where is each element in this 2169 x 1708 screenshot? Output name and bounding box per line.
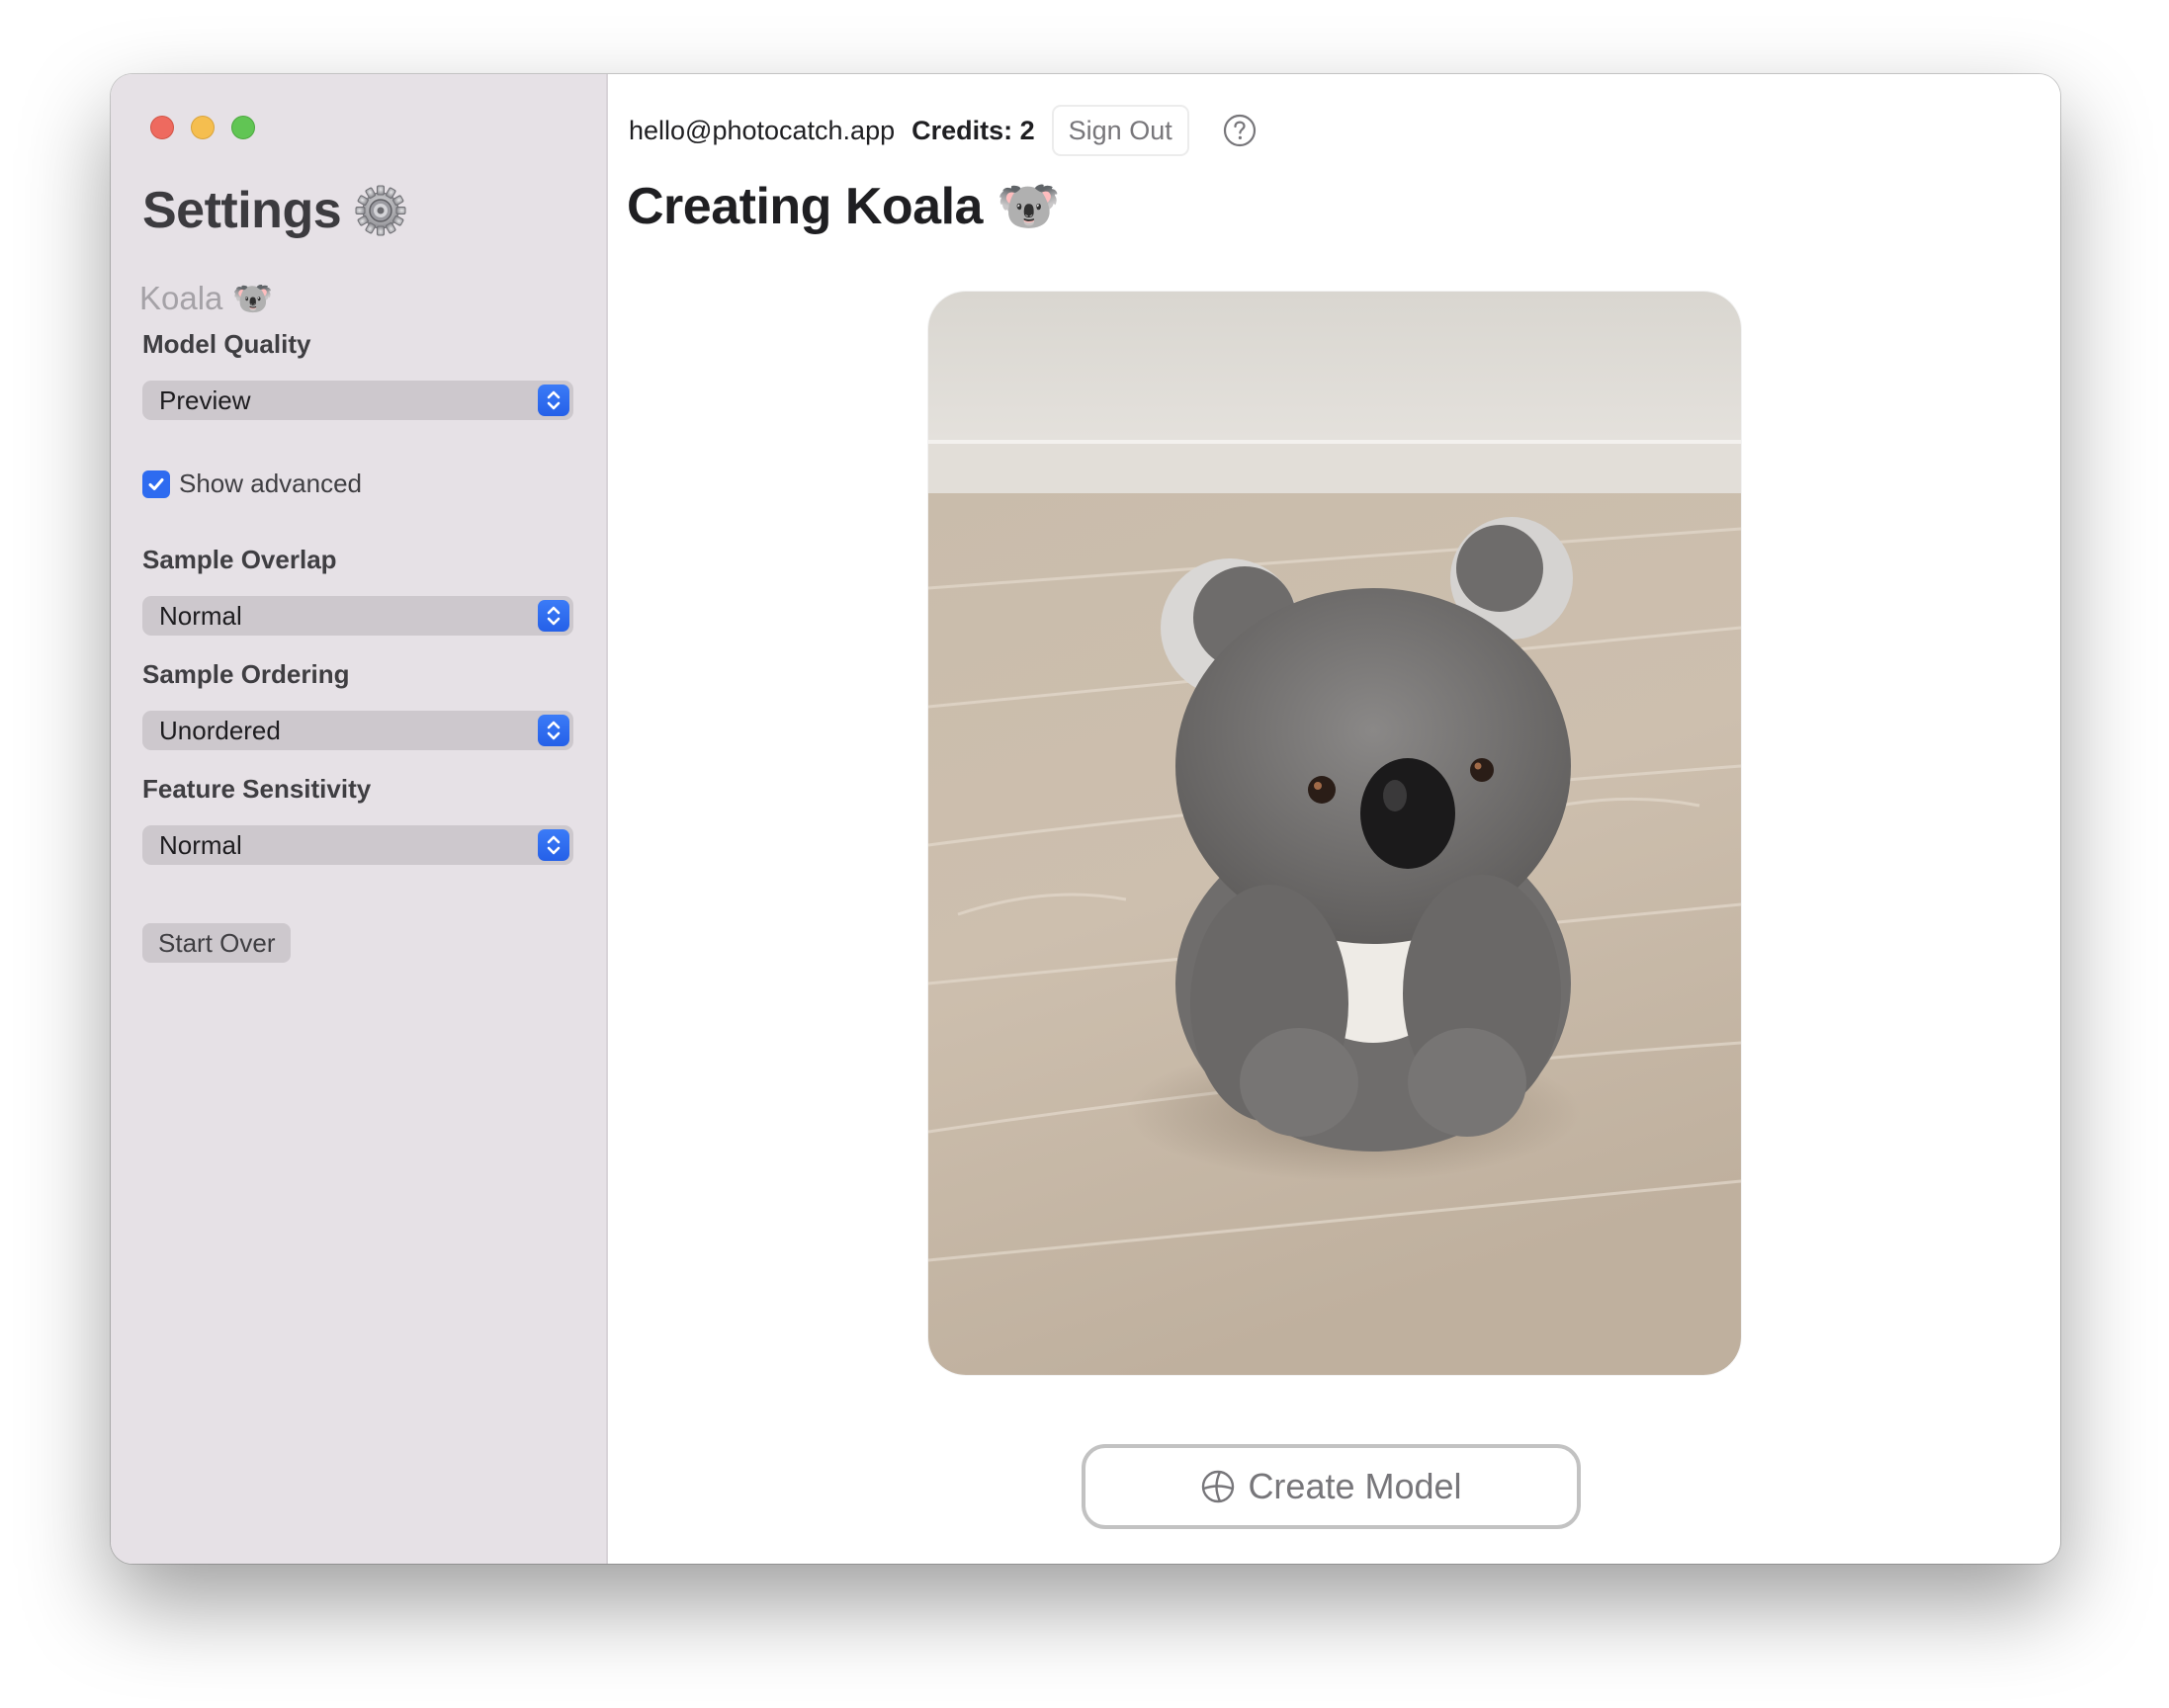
sample-ordering-select[interactable]: Unordered — [142, 711, 573, 750]
chevron-up-down-icon — [538, 384, 569, 416]
koala-photo — [928, 292, 1741, 1375]
question-circle-icon[interactable] — [1223, 114, 1257, 147]
sample-overlap-value: Normal — [159, 601, 242, 631]
create-model-label: Create Model — [1248, 1466, 1462, 1506]
chevron-up-down-icon — [538, 715, 569, 746]
feature-sensitivity-label: Feature Sensitivity — [142, 774, 372, 804]
sample-ordering-label: Sample Ordering — [142, 659, 350, 689]
chevron-up-down-icon — [538, 829, 569, 861]
model-quality-value: Preview — [159, 385, 251, 415]
sample-overlap-label: Sample Overlap — [142, 545, 337, 574]
credits-count: Credits: 2 — [911, 115, 1035, 145]
show-advanced-checkbox[interactable]: Show advanced — [142, 469, 362, 499]
gear-icon — [355, 185, 406, 236]
feature-sensitivity-value: Normal — [159, 830, 242, 860]
page-title: Creating Koala 🐨 — [627, 176, 1061, 236]
create-model-button[interactable]: Create Model — [1082, 1444, 1581, 1529]
account-email: hello@photocatch.app — [629, 115, 896, 145]
project-name: Koala 🐨 — [139, 279, 274, 318]
start-over-button[interactable]: Start Over — [142, 923, 292, 963]
checkmark-icon[interactable] — [142, 470, 170, 498]
sphere-icon — [1202, 1470, 1235, 1503]
koala-photo-image — [928, 292, 1741, 1375]
page-title-text: Creating Koala — [627, 177, 983, 235]
model-quality-select[interactable]: Preview — [142, 381, 573, 420]
sample-overlap-select[interactable]: Normal — [142, 596, 573, 636]
zoom-window-button[interactable] — [231, 116, 255, 139]
chevron-up-down-icon — [538, 600, 569, 632]
window-controls — [150, 116, 255, 139]
sample-ordering-value: Unordered — [159, 716, 281, 745]
main-panel: hello@photocatch.app Credits: 2 Sign Out… — [608, 74, 2060, 1564]
show-advanced-label: Show advanced — [179, 469, 363, 498]
sign-out-button[interactable]: Sign Out — [1051, 105, 1189, 156]
model-quality-label: Model Quality — [142, 329, 311, 359]
sidebar: Settings Koala 🐨 Model Quality Preview S… — [111, 74, 608, 1564]
feature-sensitivity-select[interactable]: Normal — [142, 825, 573, 865]
close-window-button[interactable] — [150, 116, 174, 139]
project-name-text: Koala — [139, 280, 223, 316]
koala-icon: 🐨 — [232, 279, 274, 317]
minimize-window-button[interactable] — [191, 116, 215, 139]
koala-icon: 🐨 — [996, 177, 1061, 236]
account-bar: hello@photocatch.app Credits: 2 Sign Out — [629, 104, 1257, 157]
app-window: Settings Koala 🐨 Model Quality Preview S… — [111, 74, 2060, 1564]
settings-heading: Settings — [142, 181, 406, 240]
settings-title: Settings — [142, 182, 342, 239]
